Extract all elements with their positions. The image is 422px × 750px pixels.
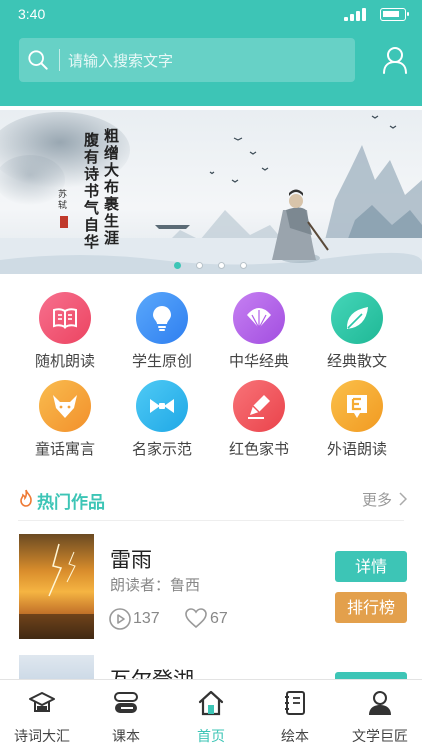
calligraphy-line-2: 腹有诗书气自华: [84, 131, 100, 251]
tab-picture-book[interactable]: 绘本: [253, 680, 337, 750]
ranking-button[interactable]: 排行榜: [335, 592, 407, 623]
battery-icon: [380, 8, 409, 21]
tab-textbook[interactable]: 课本: [84, 680, 168, 750]
fire-icon: [20, 489, 32, 507]
textbook-icon: [114, 692, 138, 713]
category-circle: [233, 380, 285, 432]
search-icon: [28, 50, 48, 70]
notebook-icon: [285, 691, 305, 715]
section-title: 热门作品: [37, 493, 105, 513]
category-circle: [331, 380, 383, 432]
status-bar: 3:40: [0, 0, 422, 30]
tab-label: 文学巨匠: [352, 729, 408, 745]
category-label: 外语朗读: [326, 440, 387, 458]
leaf-icon: [346, 307, 368, 329]
category-label: 中华经典: [228, 352, 289, 370]
category-circle: [136, 292, 188, 344]
tab-home[interactable]: 首页: [169, 680, 253, 750]
category-label: 红色家书: [228, 440, 289, 458]
user-icon[interactable]: [382, 46, 408, 74]
pen-icon: [248, 395, 270, 419]
calligraphy-line-1: 粗缯大布裹生涯: [104, 127, 120, 247]
bottom-tab-bar: 诗词大汇 课本 首页 绘本 文学巨匠: [0, 679, 422, 750]
category-circle: [331, 292, 383, 344]
heart-icon[interactable]: [184, 607, 208, 629]
top-header: 3:40 请输入搜索文字: [0, 0, 422, 106]
category-circle: [39, 380, 91, 432]
category-classic-prose[interactable]: 经典散文: [312, 292, 402, 370]
category-chinese-classics[interactable]: 中华经典: [214, 292, 304, 370]
search-input[interactable]: 请输入搜索文字: [19, 38, 355, 82]
tab-label: 首页: [197, 729, 225, 745]
work-cover-image[interactable]: [19, 534, 94, 639]
category-foreign-reading[interactable]: 外语朗读: [312, 380, 402, 458]
category-label: 童话寓言: [34, 440, 95, 458]
search-placeholder: 请输入搜索文字: [68, 52, 174, 70]
work-title[interactable]: 雷雨: [110, 544, 152, 574]
category-circle: [233, 292, 285, 344]
category-master-demo[interactable]: 名家示范: [117, 380, 207, 458]
fox-icon: [53, 395, 77, 418]
person-icon: [369, 691, 391, 715]
category-fairy-tales[interactable]: 童话寓言: [20, 380, 110, 458]
hot-works-header: 热门作品 更多: [0, 480, 422, 520]
work-reader: 朗读者：鲁西: [110, 576, 201, 594]
carousel-dot[interactable]: [196, 262, 203, 269]
category-label: 学生原创: [131, 352, 192, 370]
section-divider: [18, 520, 404, 521]
like-count-value: 67: [210, 610, 228, 627]
fan-icon: [247, 308, 271, 329]
search-divider: [59, 49, 60, 71]
book-icon: [53, 308, 77, 329]
tab-label: 诗词大汇: [14, 729, 70, 745]
category-circle: [136, 380, 188, 432]
detail-button[interactable]: 详情: [335, 551, 407, 582]
red-seal: [60, 216, 68, 228]
lightbulb-icon: [153, 306, 171, 331]
bowtie-icon: [150, 399, 174, 413]
carousel-dot[interactable]: [174, 262, 181, 269]
tab-label: 课本: [112, 729, 140, 745]
category-label: 名家示范: [131, 440, 192, 458]
play-icon: [109, 608, 131, 630]
more-link[interactable]: 更多: [362, 489, 392, 510]
tab-literary-masters[interactable]: 文学巨匠: [338, 680, 422, 750]
status-time: 3:40: [18, 6, 46, 22]
tab-poetry[interactable]: 诗词大汇: [0, 680, 84, 750]
category-student-original[interactable]: 学生原创: [117, 292, 207, 370]
carousel-indicator: [174, 262, 254, 270]
chevron-right-icon[interactable]: [399, 492, 407, 506]
banner-carousel[interactable]: 粗缯大布裹生涯 腹有诗书气自华 苏轼: [0, 110, 422, 274]
category-circle: [39, 292, 91, 344]
carousel-dot[interactable]: [218, 262, 225, 269]
category-label: 随机朗读: [34, 352, 95, 370]
tab-label: 绘本: [281, 729, 309, 745]
signal-icon: [344, 8, 368, 21]
carousel-dot[interactable]: [240, 262, 247, 269]
home-icon: [198, 690, 224, 716]
category-label: 经典散文: [326, 352, 387, 370]
category-red-letters[interactable]: 红色家书: [214, 380, 304, 458]
letter-e-icon: [347, 395, 367, 418]
category-random-reading[interactable]: 随机朗读: [20, 292, 110, 370]
calligraphy-seal-author: 苏轼: [58, 190, 68, 211]
graduation-cap-icon: [29, 692, 55, 712]
play-count-value: 137: [133, 610, 160, 627]
